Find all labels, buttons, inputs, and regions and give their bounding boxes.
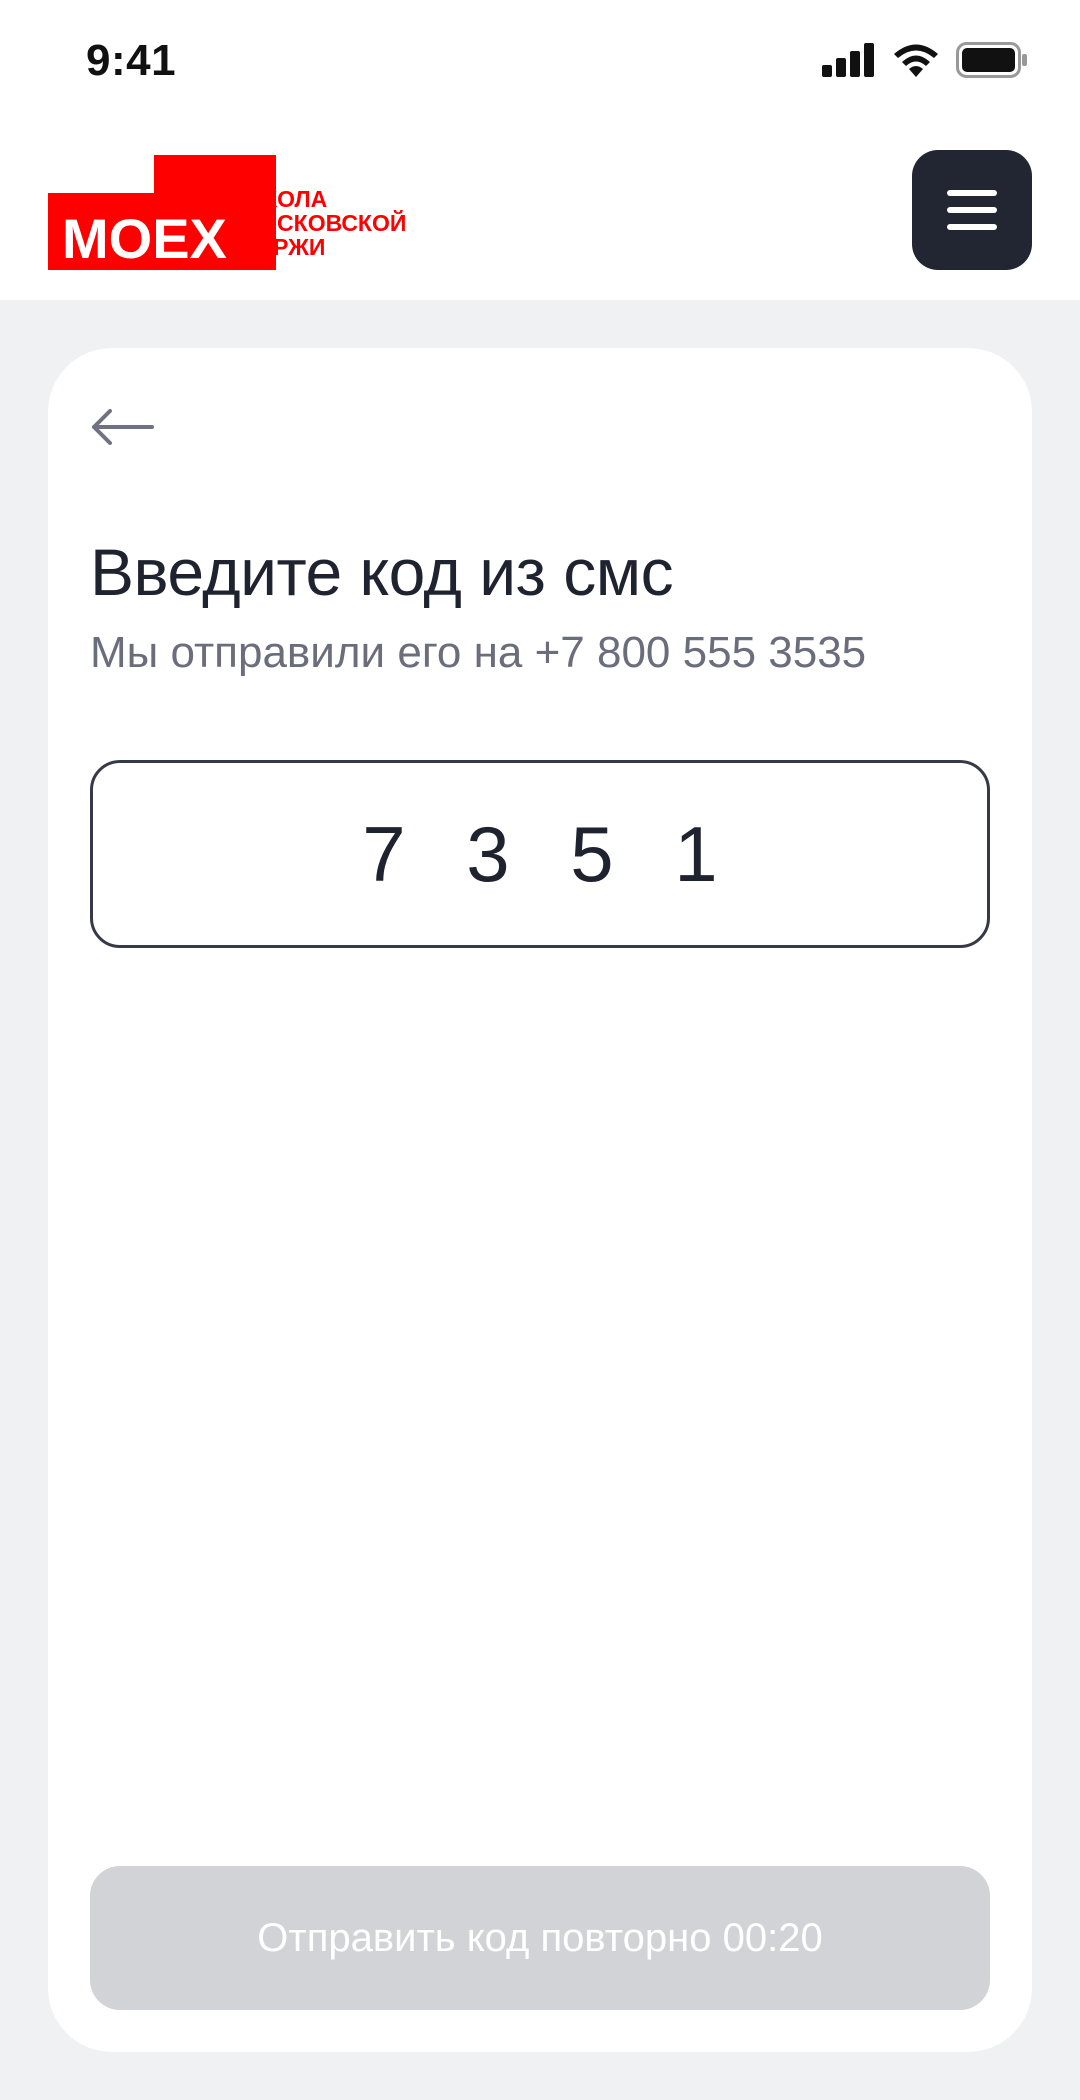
code-digit-1: 7 xyxy=(362,809,406,898)
page-title: Введите код из смс xyxy=(90,535,674,609)
status-bar: 9:41 xyxy=(0,0,1080,125)
status-time: 9:41 xyxy=(86,36,177,85)
app-header: MOEX ШКОЛА МОСКОВСКОЙ БИРЖИ xyxy=(0,125,1080,300)
back-button[interactable] xyxy=(90,402,160,452)
resend-code-button[interactable]: Отправить код повторно 00:20 xyxy=(90,1866,990,2010)
hamburger-menu-icon xyxy=(947,190,997,230)
arrow-left-icon xyxy=(92,409,154,445)
sms-code-card: Введите код из смс Мы отправили его на +… xyxy=(48,348,1032,2052)
logo-line-1: ШКОЛА xyxy=(240,186,327,212)
logo-brand: MOEX xyxy=(62,207,227,270)
cellular-signal-icon xyxy=(822,43,874,77)
logo-line-3: БИРЖИ xyxy=(240,234,325,260)
menu-button[interactable] xyxy=(912,150,1032,270)
logo-line-2: МОСКОВСКОЙ xyxy=(240,209,406,236)
moex-school-logo[interactable]: MOEX ШКОЛА МОСКОВСКОЙ БИРЖИ xyxy=(48,155,428,275)
wifi-icon xyxy=(894,44,938,77)
code-digit-4: 1 xyxy=(674,809,718,898)
battery-icon xyxy=(956,42,1027,78)
page-subtitle: Мы отправили его на +7 800 555 3535 xyxy=(90,628,867,677)
status-icons xyxy=(822,42,1028,78)
code-digit-2: 3 xyxy=(466,809,510,898)
code-digit-3: 5 xyxy=(570,809,614,898)
sms-code-input[interactable]: 7 3 5 1 xyxy=(90,760,990,948)
